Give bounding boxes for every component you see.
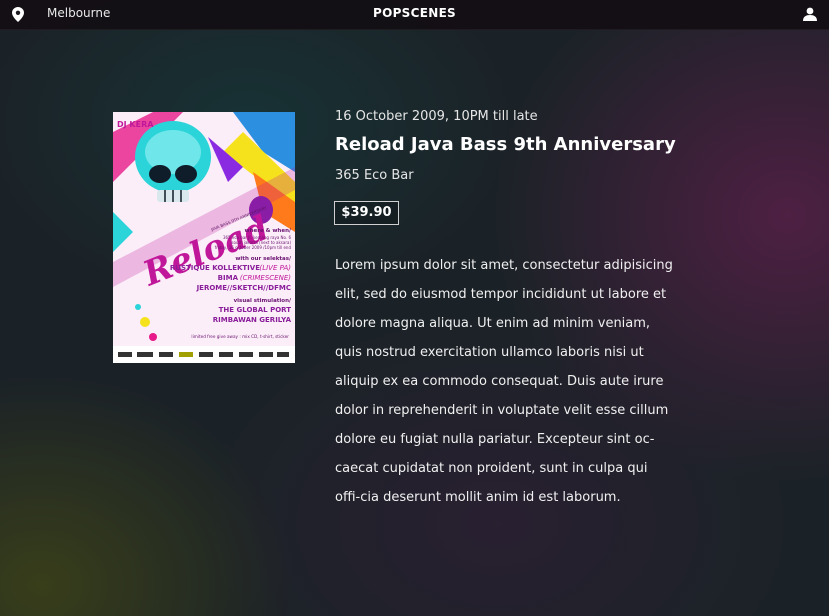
app-title: POPSCENES: [372, 6, 457, 20]
event-poster: DJ KERA Reload JAVA BASS 9TH ANNIVERSARY…: [113, 112, 295, 363]
poster-where-line3: friday, 16 october 2009 /10pm till end: [215, 245, 292, 250]
poster-visual-2: RIMBAWAN GERILYA: [213, 316, 292, 324]
poster-selektas-heading: with our selektas/: [235, 256, 292, 262]
poster-selekta-1-note: (LIVE PA): [259, 264, 291, 272]
poster-visual-1: THE GLOBAL PORT: [219, 306, 292, 314]
price-button[interactable]: $39.90: [334, 201, 399, 225]
poster-selekta-1: RUSTIQUE KOLLEKTIVE: [170, 264, 260, 272]
poster-selekta-3: JEROME//SKETCH//DFMC: [196, 284, 291, 292]
event-date: 16 October 2009, 10PM till late: [335, 109, 538, 124]
event-title: Reload Java Bass 9th Anniversary: [335, 134, 676, 155]
poster-giveaway: limited free give away : mix CD, t-shirt…: [191, 334, 289, 339]
user-icon[interactable]: [803, 7, 817, 21]
poster-selekta-2-note: (CRIMESCENE): [240, 274, 291, 282]
event-description: Lorem ipsum dolor sit amet, consectetur …: [335, 258, 673, 505]
poster-label: DJ KERA: [117, 120, 154, 129]
top-bar: Melbourne POPSCENES: [0, 0, 829, 30]
poster-visual-heading: visual stimulation/: [234, 298, 292, 304]
poster-artwork: DJ KERA Reload JAVA BASS 9TH ANNIVERSARY…: [113, 112, 295, 363]
poster-where-when: where & when/: [245, 228, 292, 234]
event-venue[interactable]: 365 Eco Bar: [335, 168, 414, 183]
poster-selekta-2: BIMA: [218, 274, 239, 282]
